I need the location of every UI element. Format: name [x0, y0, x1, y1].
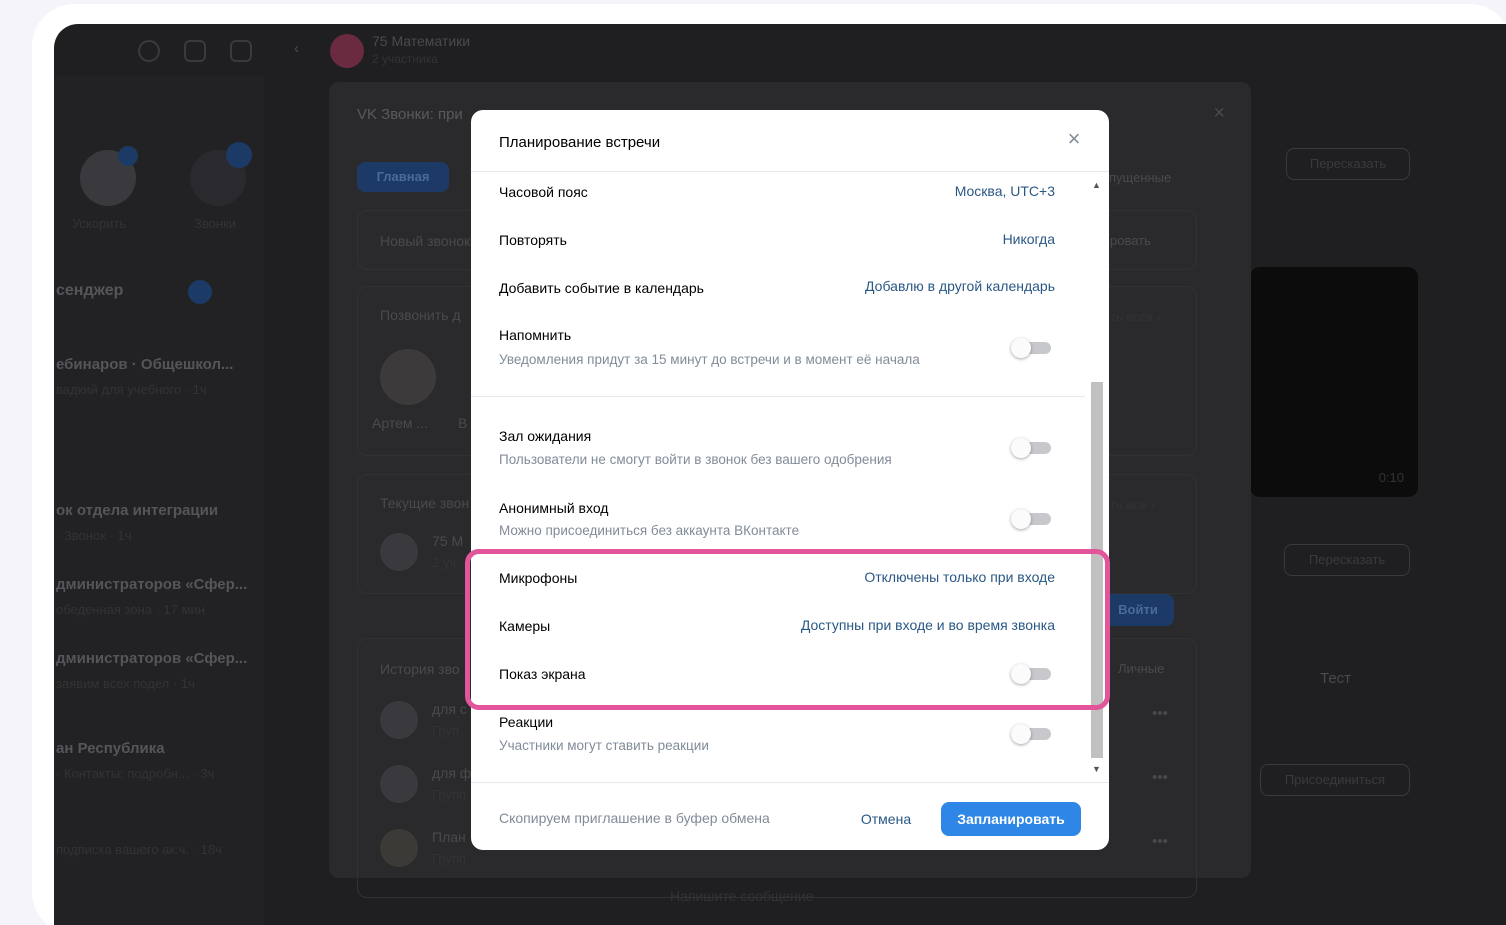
current-call-sub: 2 уч	[432, 555, 457, 570]
history-item-title[interactable]: для с	[432, 701, 467, 717]
chat-item-sub: вадкий для учебного · 1ч	[56, 382, 207, 397]
contact-name: Артем ...	[372, 415, 429, 431]
anonymous-entry-toggle[interactable]	[1011, 509, 1053, 529]
modal-header: Планирование встречи ×	[471, 110, 1109, 172]
contact-avatar[interactable]	[380, 349, 436, 405]
remind-toggle[interactable]	[1011, 338, 1053, 358]
show-all-link[interactable]: ть все ›	[1110, 497, 1155, 512]
show-all-link[interactable]: ть всех ›	[1110, 309, 1161, 324]
chat-title[interactable]: 75 Математики	[372, 33, 470, 49]
highlight-frame	[465, 549, 1110, 710]
history-item-title[interactable]: План	[432, 829, 466, 845]
more-icon[interactable]: •••	[1152, 769, 1168, 786]
video-time: 0:10	[1378, 470, 1404, 485]
enter-button[interactable]: Войти	[1102, 594, 1174, 626]
history-item-title[interactable]: для ф	[432, 765, 471, 781]
reactions-label: Реакции	[499, 714, 554, 730]
schedule-button[interactable]: Запланировать	[941, 802, 1081, 836]
phone-icon[interactable]	[138, 40, 160, 62]
close-icon[interactable]: ×	[1213, 102, 1225, 125]
sidebar-label-1: Ускорить	[72, 216, 127, 231]
current-call-title[interactable]: 75 М	[432, 533, 463, 549]
cancel-button[interactable]: Отмена	[843, 803, 929, 835]
history-item-sub: Групп	[432, 787, 466, 802]
sidebar-heading: сенджер	[56, 282, 124, 299]
calendar-select[interactable]: Добавлю в другой календарь	[865, 278, 1055, 294]
history-item-sub: Груп	[432, 723, 459, 738]
history-label: История зво	[380, 661, 460, 677]
calendar-label: Добавить событие в календарь	[499, 280, 704, 296]
personal-tab[interactable]: Личные	[1118, 661, 1164, 676]
chat-avatar[interactable]	[330, 34, 364, 68]
schedule-meeting-modal: Планирование встречи × Часовой пояс Моск…	[471, 110, 1109, 850]
waiting-room-label: Зал ожидания	[499, 428, 592, 444]
reactions-toggle[interactable]	[1011, 724, 1053, 744]
vk-calls-title: VK Звонки: при	[357, 106, 463, 123]
repeat-label: Повторять	[499, 232, 567, 248]
messenger-sidebar: Ускорить Звонки сенджер ебинаров · Общеш…	[54, 76, 264, 925]
copy-invite-link[interactable]: Скопируем приглашение в буфер обмена	[499, 810, 770, 826]
sidebar-label-2: Звонки	[194, 216, 236, 231]
section-divider	[471, 396, 1085, 397]
close-icon[interactable]: ×	[1063, 128, 1085, 150]
video-preview[interactable]: 0:10	[1250, 267, 1418, 497]
chat-subtitle: 2 участника	[372, 52, 438, 66]
timezone-label: Часовой пояс	[499, 184, 588, 200]
chat-item-sub: обеденная зона · 17 мин	[56, 602, 205, 617]
anonymous-entry-description: Можно присоединиться без аккаунта ВКонта…	[499, 523, 800, 538]
history-item-sub: Групп	[432, 851, 466, 866]
camera-icon	[380, 765, 418, 803]
chat-item-title[interactable]: дминистраторов «Сфер...	[56, 650, 247, 667]
chat-item-sub: заявим всех подел · 1ч	[56, 676, 195, 691]
modal-footer: Скопируем приглашение в буфер обмена Отм…	[471, 782, 1109, 850]
top-bar: ‹ 75 Математики 2 участника	[54, 24, 1506, 76]
retell-button[interactable]: Пересказать	[1286, 148, 1410, 180]
camera-icon	[380, 701, 418, 739]
schedule-link[interactable]: ровать	[1110, 233, 1151, 248]
anonymous-entry-label: Анонимный вход	[499, 500, 609, 516]
contact-letter: В	[458, 415, 468, 431]
tab-missed[interactable]: пущенные	[1109, 170, 1171, 185]
unread-badge	[188, 280, 212, 304]
more-icon[interactable]: •••	[1152, 833, 1168, 850]
chat-item-sub: подписка вашего ак.ч. · 18ч	[56, 842, 222, 857]
scroll-up-icon[interactable]: ▲	[1092, 180, 1101, 190]
back-arrow-icon[interactable]: ‹	[294, 40, 299, 57]
waiting-room-description: Пользователи не смогут войти в звонок бе…	[499, 452, 892, 467]
chat-item-sub: · Контакты: подробн... · 3ч	[56, 766, 215, 781]
timezone-select[interactable]: Москва, UTC+3	[955, 183, 1055, 199]
current-calls-label: Текущие звон	[380, 495, 470, 511]
remind-description: Уведомления придут за 15 минут до встреч…	[499, 352, 920, 367]
chat-item-title[interactable]: ок отдела интеграции	[56, 502, 218, 519]
join-button[interactable]: Присоединиться	[1260, 764, 1410, 796]
chat-item-title[interactable]: ан Республика	[56, 740, 165, 757]
calendar-icon[interactable]	[184, 40, 206, 62]
remind-label: Напомнить	[499, 327, 572, 343]
chat-item-title[interactable]: ебинаров · Общешкол...	[56, 356, 233, 373]
sidebar-badge	[118, 146, 138, 166]
modal-title: Планирование встречи	[499, 134, 661, 151]
calls-badge	[226, 142, 252, 168]
reactions-description: Участники могут ставить реакции	[499, 738, 709, 753]
retell-button[interactable]: Пересказать	[1284, 544, 1410, 576]
tab-main[interactable]: Главная	[357, 162, 449, 192]
repeat-select[interactable]: Никогда	[1003, 231, 1055, 247]
new-call-label[interactable]: Новый звонок	[380, 233, 470, 249]
chat-item-title[interactable]: дминистраторов «Сфер...	[56, 576, 247, 593]
chat-item-sub: · Звонок · 1ч	[56, 528, 132, 543]
edit-icon[interactable]	[230, 40, 252, 62]
waiting-room-toggle[interactable]	[1011, 438, 1053, 458]
history-avatar	[380, 829, 418, 867]
test-label: Тест	[1320, 670, 1352, 687]
scroll-down-icon[interactable]: ▼	[1092, 764, 1101, 774]
camera-icon	[380, 533, 418, 571]
more-icon[interactable]: •••	[1152, 705, 1168, 722]
call-friends-label: Позвонить д	[380, 307, 461, 323]
